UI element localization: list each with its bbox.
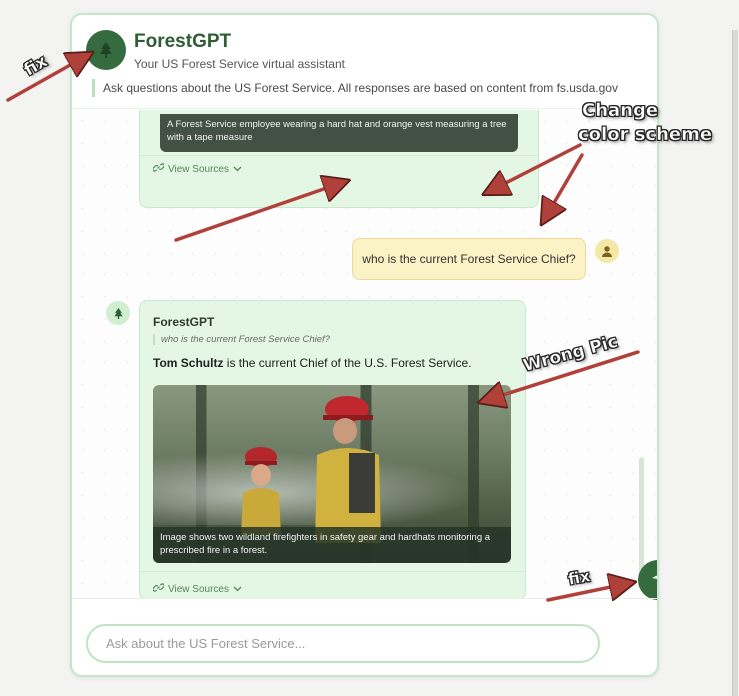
annotation-fix-bottom: fix (566, 566, 592, 589)
chat-header: ForestGPT Your US Forest Service virtual… (72, 15, 657, 109)
divider (140, 571, 525, 572)
info-notice: Ask questions about the US Forest Servic… (92, 79, 618, 97)
chat-input[interactable] (106, 636, 580, 651)
app-title: ForestGPT (134, 31, 232, 52)
chevron-down-icon (233, 164, 242, 175)
user-icon (595, 239, 619, 263)
annotation-change-line1: Change (582, 100, 659, 122)
quoted-question: who is the current Forest Service Chief? (153, 334, 330, 345)
view-sources-label: View Sources (168, 163, 229, 175)
view-sources-label: View Sources (168, 583, 229, 595)
tree-icon (106, 301, 130, 325)
view-sources-button[interactable]: View Sources (152, 162, 242, 176)
bot-name: ForestGPT (153, 315, 215, 329)
divider (140, 155, 538, 156)
link-icon (152, 582, 165, 596)
bot-message: ForestGPT who is the current Forest Serv… (139, 300, 526, 598)
user-message: who is the current Forest Service Chief? (352, 238, 586, 280)
image-caption: A Forest Service employee wearing a hard… (160, 114, 518, 152)
bot-message-previous: A Forest Service employee wearing a hard… (139, 110, 539, 208)
divider (72, 598, 657, 599)
answer-text: Tom Schultz is the current Chief of the … (153, 356, 472, 370)
chat-input-wrapper[interactable] (86, 624, 600, 663)
annotation-fix-top: fix (20, 51, 51, 81)
tree-icon (86, 30, 126, 70)
view-sources-button[interactable]: View Sources (152, 582, 242, 596)
firefighter-figure (315, 396, 381, 543)
answer-rest: is the current Chief of the U.S. Forest … (223, 356, 472, 370)
send-icon (651, 571, 657, 590)
chevron-down-icon (233, 584, 242, 595)
image-caption: Image shows two wildland firefighters in… (153, 527, 511, 563)
page-scrollbar[interactable] (732, 30, 738, 696)
link-icon (152, 162, 165, 176)
answer-bold: Tom Schultz (153, 356, 224, 370)
annotation-change-line2: color scheme (578, 124, 713, 146)
app-subtitle: Your US Forest Service virtual assistant (134, 57, 345, 71)
firefighter-figure (241, 447, 281, 535)
